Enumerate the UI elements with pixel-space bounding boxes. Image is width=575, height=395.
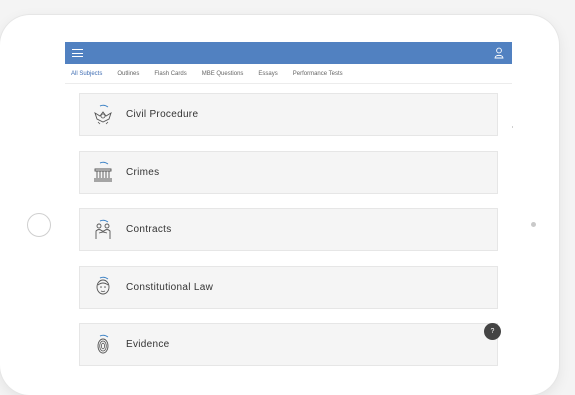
tab-mbe-questions[interactable]: MBE Questions	[202, 71, 244, 77]
tab-essays[interactable]: Essays	[258, 71, 277, 77]
eagle-seal-icon	[94, 104, 112, 124]
fingerprint-icon	[97, 334, 109, 353]
subject-label: Constitutional Law	[126, 281, 214, 293]
camera-dot	[531, 222, 536, 227]
subject-card-constitutional-law[interactable]: Constitutional Law	[79, 265, 498, 309]
top-navigation-bar	[65, 42, 512, 64]
subject-tabs: All Subjects Outlines Flash Cards MBE Qu…	[65, 64, 512, 84]
courthouse-icon	[94, 161, 112, 182]
tab-performance-tests[interactable]: Performance Tests	[293, 71, 343, 77]
tab-flash-cards[interactable]: Flash Cards	[154, 71, 186, 77]
home-button[interactable]	[27, 213, 51, 237]
tab-outlines[interactable]: Outlines	[117, 71, 139, 77]
subject-list: Civil Procedure Crimes Contracts Constit…	[79, 93, 498, 381]
handshake-people-icon	[95, 219, 111, 239]
subject-card-contracts[interactable]: Contracts	[79, 208, 498, 251]
subject-label: Contracts	[126, 224, 172, 235]
hamburger-menu-icon[interactable]	[72, 49, 83, 57]
subject-label: Civil Procedure	[126, 109, 199, 120]
subject-card-evidence[interactable]: Evidence	[79, 323, 498, 366]
subject-card-civil-procedure[interactable]: Civil Procedure	[79, 93, 498, 136]
help-button[interactable]: ?	[484, 323, 501, 340]
subject-label: Evidence	[126, 339, 170, 350]
user-icon[interactable]	[494, 47, 504, 59]
tab-all-subjects[interactable]: All Subjects	[71, 71, 102, 77]
subject-card-crimes[interactable]: Crimes	[79, 150, 498, 194]
founder-portrait-icon	[96, 276, 110, 295]
subject-label: Crimes	[126, 166, 160, 178]
